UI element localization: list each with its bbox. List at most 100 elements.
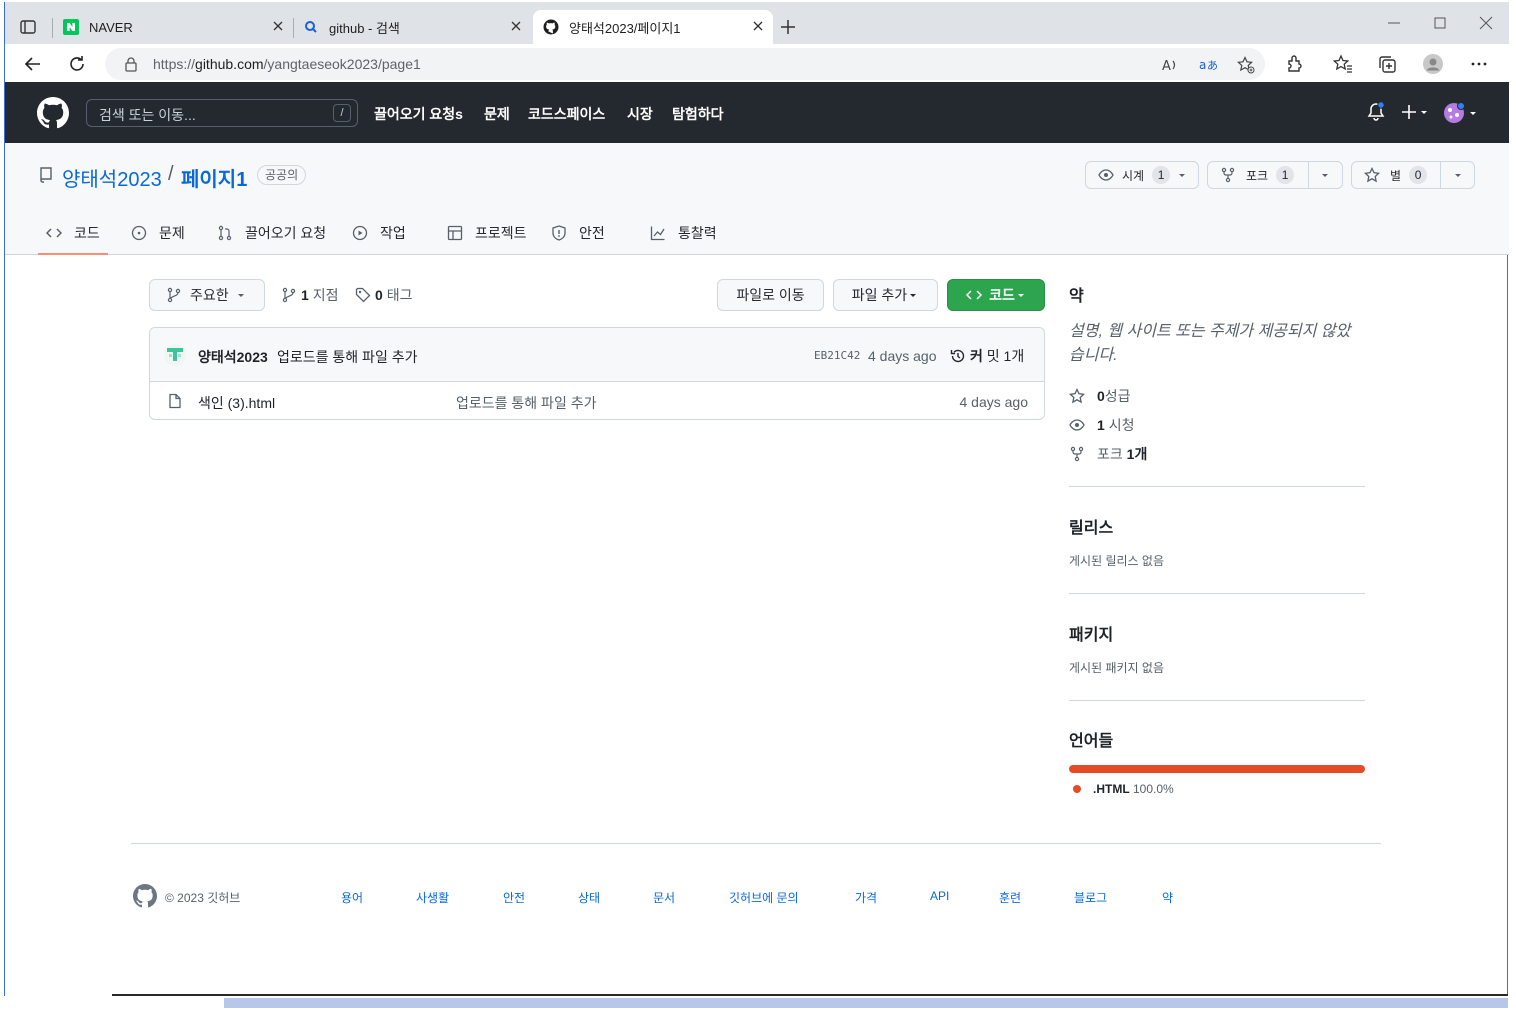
branch-icon [167,287,181,303]
tab-issues[interactable]: 문제 [127,219,193,255]
footer-link-pricing[interactable]: 가격 [855,889,877,906]
close-icon[interactable] [271,19,285,33]
footer-link-status[interactable]: 상태 [578,889,600,906]
read-aloud-icon[interactable]: A [1161,56,1179,74]
packages-title[interactable]: 패키지 [1069,621,1113,645]
fork-button[interactable]: 포크 1 [1207,161,1343,189]
tab-insights[interactable]: 통찰력 [646,219,725,255]
favorite-add-icon[interactable] [1237,56,1255,74]
favorites-icon[interactable] [1333,54,1353,74]
extensions-icon[interactable] [1285,54,1305,74]
more-icon[interactable] [1469,54,1489,74]
file-name[interactable]: 색인 (3).html [198,393,275,413]
github-logo-icon[interactable] [133,884,157,908]
commit-author[interactable]: 양태석2023 [198,347,268,367]
author-avatar[interactable] [164,344,186,366]
repo-name-link[interactable]: 페이지1 [181,163,247,192]
footer-link-docs[interactable]: 문서 [653,889,675,906]
svg-text:A: A [1162,59,1171,74]
repo-owner-link[interactable]: 양태석2023 [62,163,162,192]
new-tab-icon[interactable] [779,18,797,36]
stars-link[interactable]: 0 성급 [1069,386,1131,406]
star-button[interactable]: 별 0 [1351,161,1475,189]
footer-link-about[interactable]: 약 [1162,889,1173,906]
collections-icon[interactable] [1377,54,1397,74]
search-icon [305,21,317,33]
nav-issues[interactable]: 문제 [484,104,510,124]
footer-link-privacy[interactable]: 사생활 [416,889,449,906]
nav-marketplace[interactable]: 시장 [627,104,653,124]
footer-link-contact[interactable]: 깃허브에 문의 [729,889,799,906]
watch-button[interactable]: 시계 1 [1085,161,1199,189]
tab-repo[interactable]: 양태석2023/페이지1 [533,10,773,44]
back-icon[interactable] [23,54,43,74]
svg-text:a: a [1199,58,1206,72]
file-commit-message[interactable]: 업로드를 통해 파일 추가 [456,393,596,413]
profile-icon[interactable] [1423,54,1443,74]
language-item[interactable]: .HTML 100.0% [1069,782,1174,796]
tab-pull-requests[interactable]: 끌어오기 요청 [213,219,334,255]
branches-link[interactable]: 1 지점 [281,285,338,305]
commits-history-link[interactable]: 커 밋 1개 [950,346,1024,366]
notification-bell-icon[interactable] [1367,102,1385,122]
tab-projects[interactable]: 프로젝트 [443,219,535,255]
tab-actions[interactable]: 작업 [348,219,414,255]
commit-sha[interactable]: EB21C42 [814,349,860,362]
fork-count: 1 [1276,166,1295,184]
file-browser: 양태석2023 업로드를 통해 파일 추가 EB21C42 4 days ago… [149,327,1045,420]
tab-label: 문제 [159,225,185,241]
maximize-icon[interactable] [1433,16,1447,30]
stars-count: 0 [1097,388,1105,404]
tab-label: 작업 [380,225,406,241]
chevron-down-icon [1179,174,1186,177]
lock-icon[interactable] [123,56,139,72]
footer-link-blog[interactable]: 블로그 [1074,889,1107,906]
footer-link-api[interactable]: API [930,889,949,903]
browser-window: NAVER github - 검색 양태석2023/페이지1 https://g… [4,2,1509,996]
create-new-icon[interactable] [1401,102,1431,122]
chevron-down-icon[interactable] [1450,167,1466,183]
forks-count: 1개 [1126,446,1148,462]
tab-security[interactable]: 안전 [547,219,613,255]
close-icon[interactable] [751,19,765,33]
file-row[interactable]: 색인 (3).html 업로드를 통해 파일 추가 4 days ago [150,382,1044,419]
tab-github-search[interactable]: github - 검색 [297,10,531,44]
url-field[interactable]: https://github.com/yangtaeseok2023/page1… [105,48,1265,80]
translate-icon[interactable]: aあ [1199,56,1217,74]
tab-actions-icon[interactable] [19,18,37,36]
close-window-icon[interactable] [1479,16,1493,30]
github-logo-icon[interactable] [37,97,69,129]
footer-link-training[interactable]: 훈련 [999,889,1021,906]
watch-count: 1 [1152,166,1171,184]
close-icon[interactable] [509,19,523,33]
footer-link-terms[interactable]: 용어 [341,889,363,906]
releases-title[interactable]: 릴리스 [1069,514,1113,538]
forks-link[interactable]: 포크 1개 [1069,444,1147,464]
commit-message[interactable]: 업로드를 통해 파일 추가 [277,347,417,367]
go-to-file-button[interactable]: 파일로 이동 [717,279,824,311]
tab-naver[interactable]: NAVER [57,10,293,44]
tab-code[interactable]: 코드 [38,219,108,255]
github-search-input[interactable]: 검색 또는 이동... / [86,99,358,127]
languages-section: 언어들 [1069,727,1113,751]
eye-icon [1098,169,1114,181]
chevron-down-icon[interactable] [1317,167,1333,183]
code-button[interactable]: 코드 [947,279,1045,311]
nav-codespaces[interactable]: 코드스페이스 [528,104,605,124]
star-label: 별 [1390,168,1402,183]
fork-label: 포크 [1246,168,1269,183]
nav-pull-requests[interactable]: 끌어오기 요청s [374,104,463,124]
refresh-icon[interactable] [67,54,87,74]
repo-path-separator: / [168,163,174,185]
footer-link-security[interactable]: 안전 [503,889,525,906]
branch-selector[interactable]: 주요한 [149,279,265,311]
user-avatar-icon[interactable] [1443,102,1479,124]
address-bar: https://github.com/yangtaeseok2023/page1… [5,44,1509,84]
add-file-button[interactable]: 파일 추가 [833,279,938,311]
code-icon [46,228,62,238]
nav-explore[interactable]: 탐험하다 [672,104,724,124]
language-name: .HTML [1093,782,1130,796]
watchers-link[interactable]: 1 시청 [1069,415,1134,435]
minimize-icon[interactable] [1387,16,1401,30]
tags-link[interactable]: 0 태그 [355,285,412,305]
